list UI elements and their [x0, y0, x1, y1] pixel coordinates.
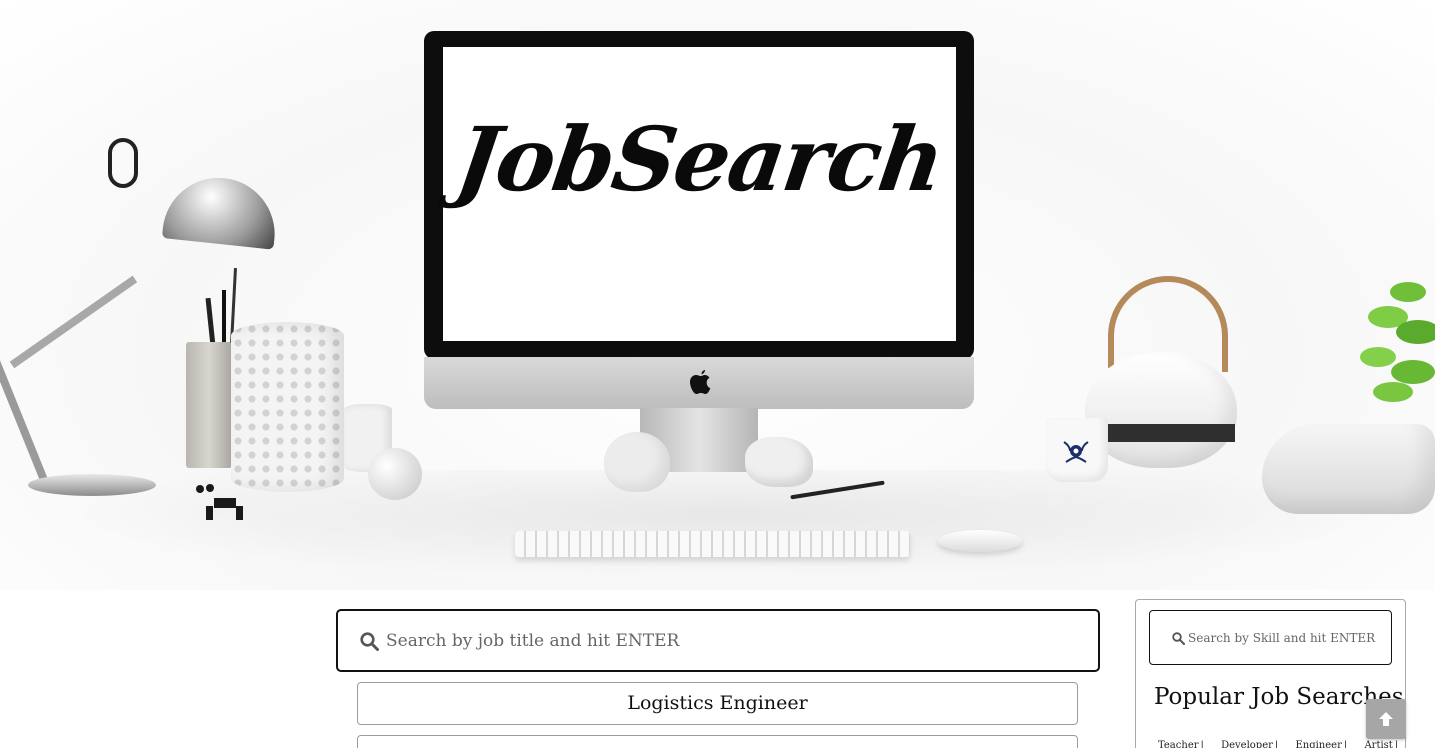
popular-link-artist[interactable]: Artist | — [1364, 740, 1398, 748]
desk-lamp — [161, 172, 281, 250]
link-label: Developer — [1221, 740, 1273, 748]
separator: | — [1343, 740, 1348, 748]
monitor-screen: JobSearch — [443, 47, 956, 341]
search-icon — [360, 632, 379, 651]
hero-banner: JobSearch — [0, 0, 1435, 590]
link-label: Teacher — [1158, 740, 1199, 748]
lamp-arm — [9, 275, 138, 369]
job-title-search[interactable] — [336, 609, 1100, 672]
skill-search-input[interactable] — [1188, 625, 1384, 651]
search-icon — [1172, 632, 1185, 645]
job-title-search-input[interactable] — [386, 623, 1076, 659]
lamp-handle — [108, 138, 138, 188]
teapot-band — [1095, 424, 1235, 442]
lamp-base — [28, 474, 156, 496]
decor-ball — [368, 448, 422, 500]
headphones — [1262, 424, 1435, 514]
bird-figurine — [604, 432, 670, 492]
link-label: Engineer — [1295, 740, 1342, 748]
pen-cup — [186, 342, 232, 468]
popular-link-teacher[interactable]: Teacher | — [1158, 740, 1204, 748]
perforated-holder — [231, 322, 344, 492]
job-result-card[interactable]: Logistics Engineer — [357, 682, 1078, 725]
skill-search[interactable] — [1149, 610, 1392, 665]
popular-link-developer[interactable]: Developer | — [1221, 740, 1278, 748]
flower-pattern-icon — [1063, 441, 1089, 463]
scroll-to-top-button[interactable] — [1366, 699, 1406, 739]
arrow-up-icon — [1379, 712, 1393, 726]
panda-figurine — [196, 484, 249, 520]
separator: | — [1200, 740, 1204, 748]
crumpled-paper — [745, 437, 813, 487]
link-label: Artist — [1364, 740, 1393, 748]
pen — [222, 290, 226, 345]
popular-link-engineer[interactable]: Engineer | — [1295, 740, 1347, 748]
mouse — [938, 530, 1022, 552]
lamp-arm — [0, 302, 48, 482]
job-result-card[interactable] — [357, 735, 1078, 748]
pen — [205, 297, 216, 347]
separator: | — [1394, 740, 1399, 748]
separator: | — [1274, 740, 1279, 748]
popular-links: Teacher | Developer | Engineer | Artist | — [1158, 740, 1412, 748]
keyboard — [515, 531, 910, 557]
jobsearch-logo: JobSearch — [450, 107, 949, 211]
apple-logo-icon — [690, 370, 711, 394]
plant — [1360, 282, 1435, 402]
